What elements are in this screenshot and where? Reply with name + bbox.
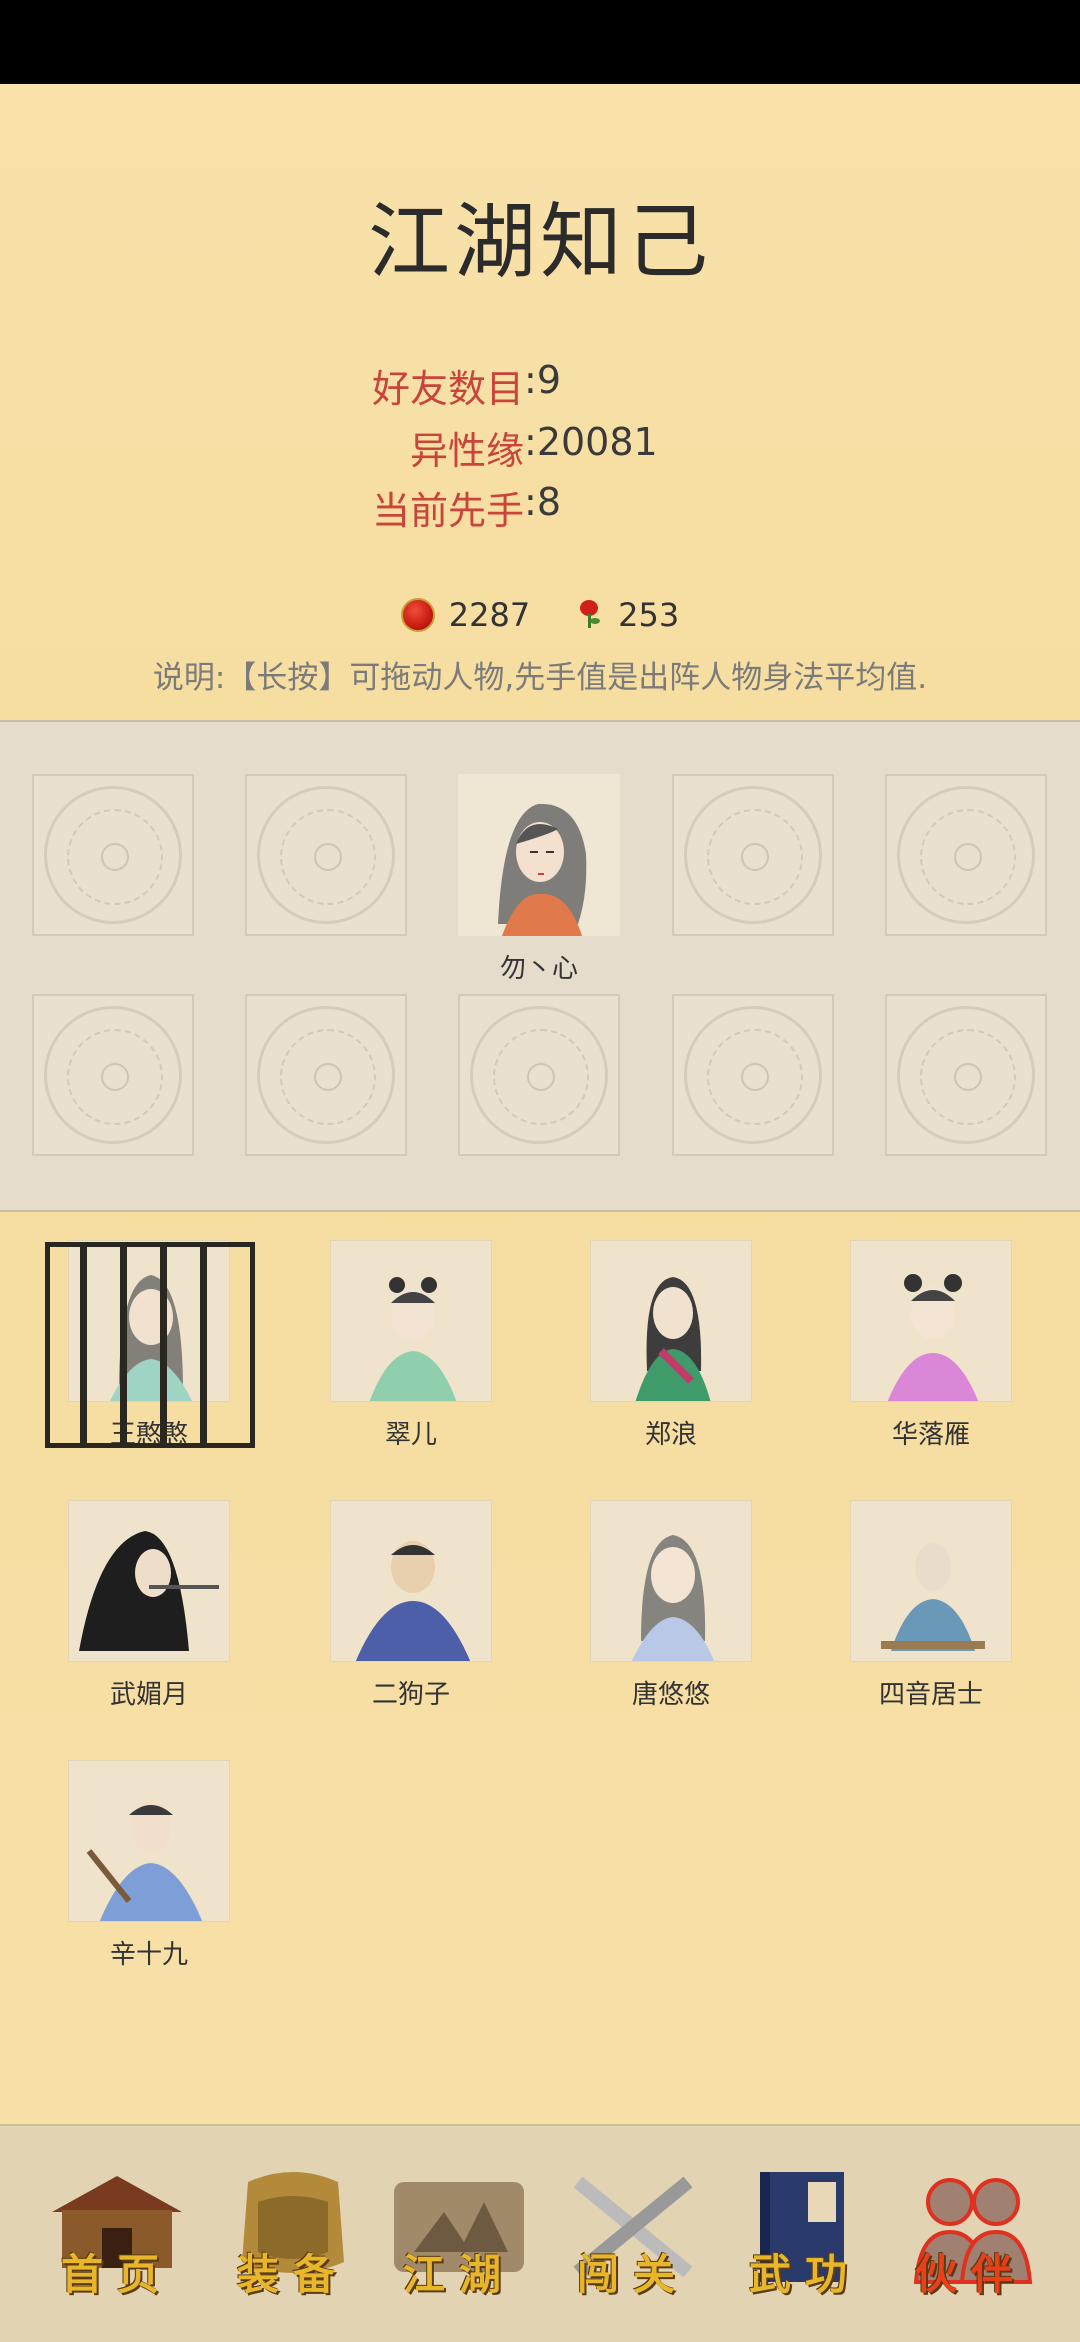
status-bar xyxy=(0,0,1080,84)
roster-card[interactable] xyxy=(590,1240,752,1402)
stat-value: 8 xyxy=(536,480,562,524)
roster-card[interactable] xyxy=(68,1760,230,1922)
bottom-nav: 首页 装备 江湖 闯关 武功 伙伴 xyxy=(0,2124,1080,2342)
empty-slot-emblem-icon xyxy=(897,786,1035,924)
character-portrait-icon xyxy=(86,1801,203,1921)
stat-label: 异性缘 xyxy=(410,429,525,473)
roster-name: 华落雁 xyxy=(891,1420,970,1450)
nav-equipment[interactable]: 装备 xyxy=(218,2162,368,2312)
stat-value: 9 xyxy=(536,358,562,402)
roster-name: 唐悠悠 xyxy=(631,1680,710,1710)
lineup-member-name: 勿丶心 xyxy=(499,954,578,984)
roster-card[interactable] xyxy=(330,1500,492,1662)
rose-icon xyxy=(574,600,604,630)
nav-label: 闯关 xyxy=(576,2250,689,2299)
woman-portrait-icon xyxy=(458,774,620,936)
nav-label: 武功 xyxy=(748,2250,861,2299)
roster-card[interactable] xyxy=(68,1500,230,1662)
lineup-slot-empty[interactable] xyxy=(245,774,407,936)
instruction-note: 说明:【长按】可拖动人物,先手值是出阵人物身法平均值. xyxy=(152,660,928,696)
nav-label: 江湖 xyxy=(402,2250,515,2299)
lineup-slot-empty[interactable] xyxy=(885,994,1047,1156)
empty-slot-emblem-icon xyxy=(257,786,395,924)
stat-friend-count: 好友数目:9 xyxy=(372,358,562,411)
character-portrait-icon xyxy=(881,1543,985,1651)
stat-label: 好友数目 xyxy=(372,367,525,411)
empty-slot-emblem-icon xyxy=(897,1006,1035,1144)
nav-label: 伙伴 xyxy=(914,2250,1027,2299)
roster-name: 翠儿 xyxy=(384,1420,437,1450)
nav-label: 装备 xyxy=(236,2250,349,2299)
lineup-slot-empty[interactable] xyxy=(245,994,407,1156)
roster-card[interactable] xyxy=(590,1500,752,1662)
lineup-slot-empty[interactable] xyxy=(32,774,194,936)
rose-count: 253 xyxy=(618,596,680,634)
page-title: 江湖知己 xyxy=(367,195,712,290)
nav-partners[interactable]: 伙伴 xyxy=(896,2162,1046,2312)
lineup-slot-empty[interactable] xyxy=(672,994,834,1156)
lineup-slot-empty[interactable] xyxy=(885,774,1047,936)
character-portrait-icon xyxy=(635,1277,711,1401)
lineup-slot-empty[interactable] xyxy=(458,994,620,1156)
stat-initiative: 当前先手:8 xyxy=(372,480,562,533)
character-portrait-icon xyxy=(887,1274,979,1401)
empty-slot-emblem-icon xyxy=(684,786,822,924)
nav-label: 首页 xyxy=(60,2250,173,2299)
character-portrait-icon xyxy=(369,1277,457,1401)
lineup-slot-empty[interactable] xyxy=(672,774,834,936)
nav-home[interactable]: 首页 xyxy=(42,2162,192,2312)
empty-slot-emblem-icon xyxy=(44,786,182,924)
lineup-slot-filled[interactable] xyxy=(458,774,620,936)
empty-slot-emblem-icon xyxy=(44,1006,182,1144)
roster-name: 四音居士 xyxy=(878,1680,983,1710)
lineup-slot-empty[interactable] xyxy=(32,994,194,1156)
character-portrait-icon xyxy=(79,1531,219,1651)
nav-martial-arts[interactable]: 武功 xyxy=(730,2162,880,2312)
coin-count: 2287 xyxy=(448,596,531,634)
empty-slot-emblem-icon xyxy=(684,1006,822,1144)
roster-card[interactable] xyxy=(850,1500,1012,1662)
lineup-panel: 勿丶心 xyxy=(0,720,1080,1212)
red-coin-icon xyxy=(400,598,435,632)
currency-bar: 2287 253 xyxy=(0,596,1080,634)
character-portrait-icon xyxy=(355,1541,471,1661)
empty-slot-emblem-icon xyxy=(470,1006,608,1144)
stat-value: 20081 xyxy=(536,420,658,464)
stat-label: 当前先手 xyxy=(372,489,525,533)
stat-charm: 异性缘:20081 xyxy=(410,420,658,473)
character-portrait-icon xyxy=(631,1535,715,1661)
roster-name: 辛十九 xyxy=(109,1940,188,1970)
empty-slot-emblem-icon xyxy=(257,1006,395,1144)
roster-card[interactable] xyxy=(330,1240,492,1402)
nav-challenge[interactable]: 闯关 xyxy=(558,2162,708,2312)
roster-name: 武媚月 xyxy=(109,1680,188,1710)
locked-cage-icon xyxy=(45,1242,255,1448)
nav-jianghu[interactable]: 江湖 xyxy=(384,2162,534,2312)
roster-card[interactable] xyxy=(850,1240,1012,1402)
roster-name: 郑浪 xyxy=(644,1420,697,1450)
roster-name: 二狗子 xyxy=(371,1680,450,1710)
